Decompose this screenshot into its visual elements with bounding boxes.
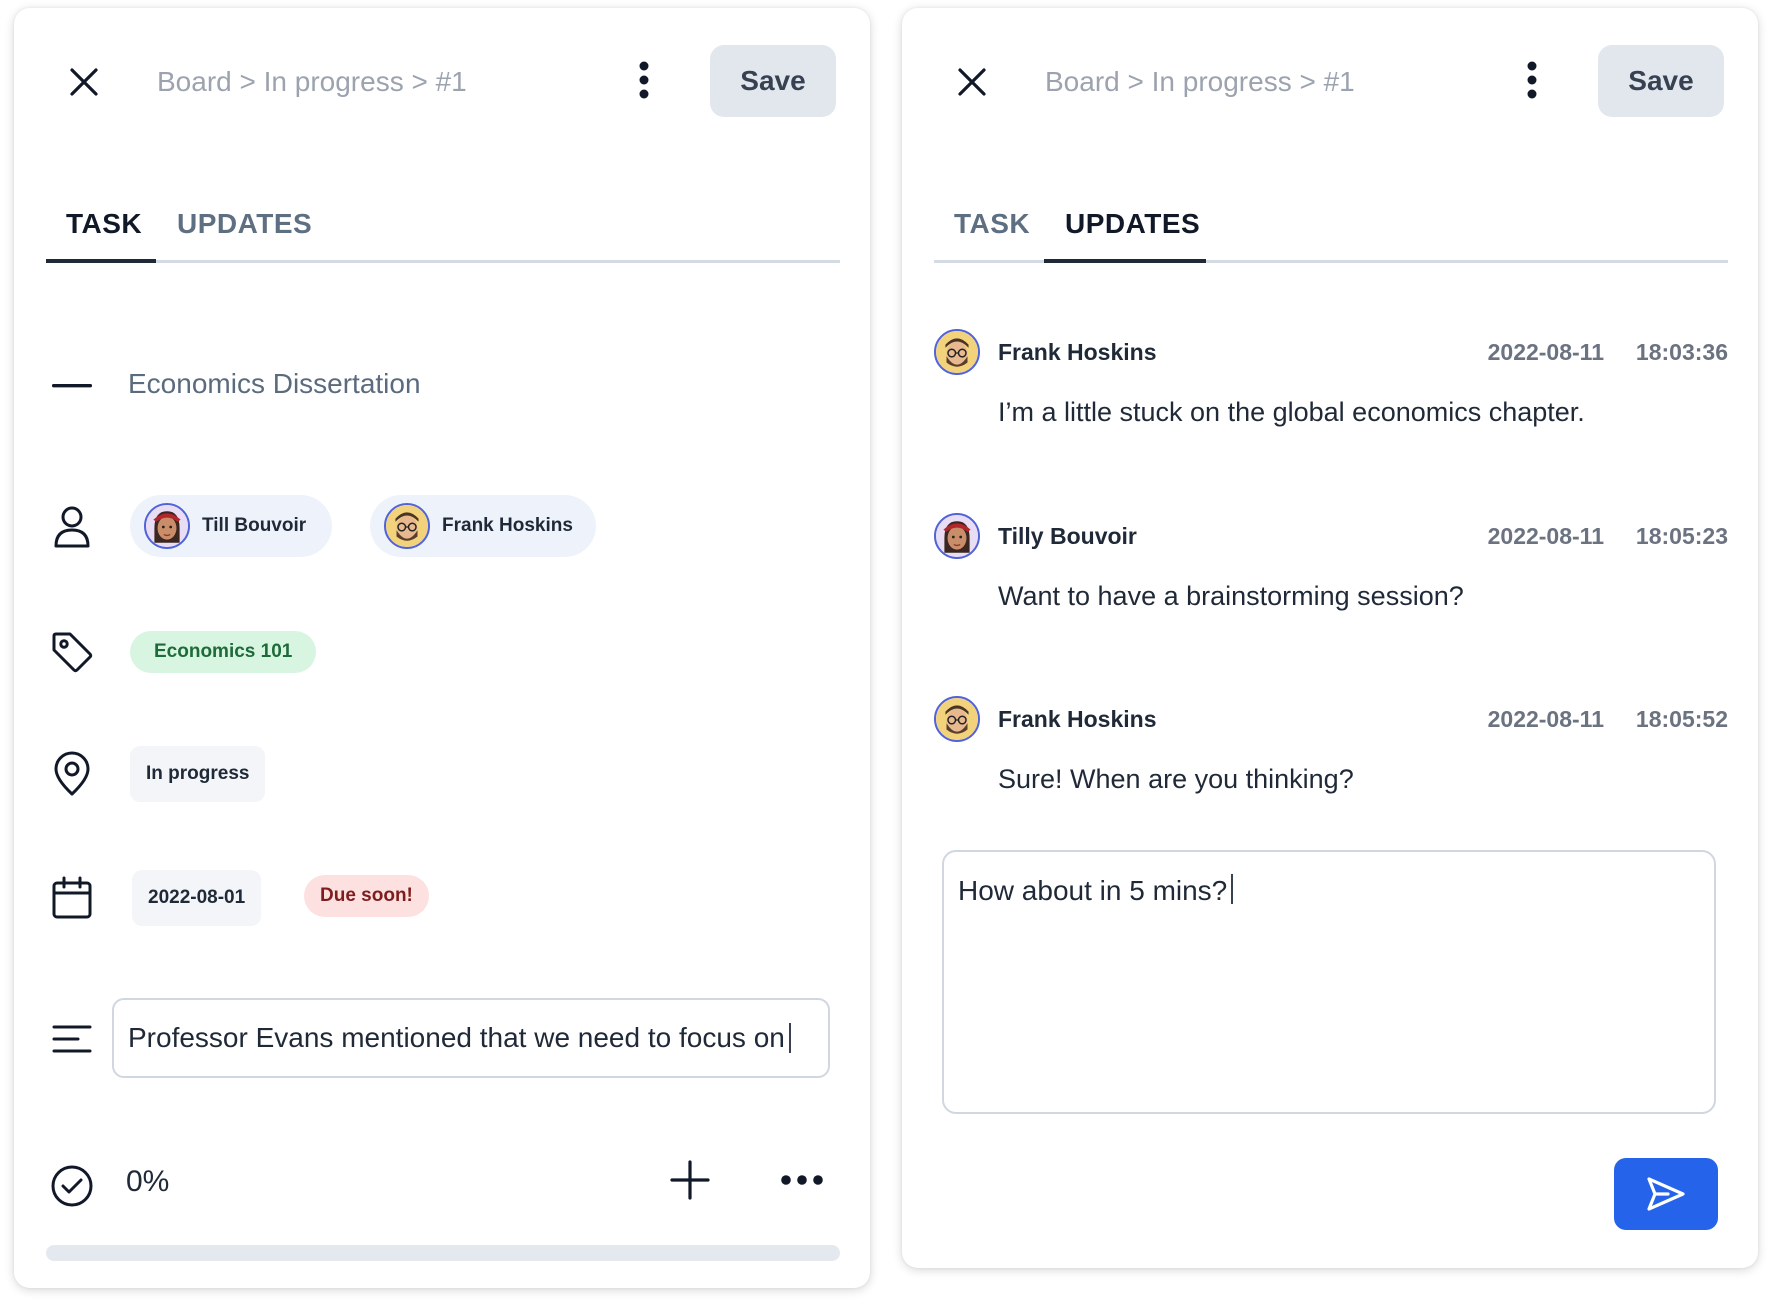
- avatar: [144, 503, 190, 549]
- more-options-button[interactable]: [628, 56, 660, 104]
- more-options-button[interactable]: [1516, 56, 1548, 104]
- tab-task[interactable]: TASK: [66, 208, 142, 240]
- text-caret: [788, 1023, 791, 1053]
- message-text: Sure! When are you thinking?: [998, 764, 1354, 794]
- message-date: 2022-08-11: [1487, 339, 1604, 365]
- tilly-avatar-icon: [936, 515, 978, 557]
- message-date: 2022-08-11: [1487, 706, 1604, 732]
- progress-bar: [46, 1245, 840, 1261]
- avatar: [384, 503, 430, 549]
- more-horizontal-button[interactable]: [778, 1158, 826, 1202]
- more-vertical-icon: [639, 61, 649, 99]
- assignee-name: Till Bouvoir: [202, 515, 307, 536]
- send-button[interactable]: [1614, 1158, 1718, 1230]
- plus-icon: [670, 1160, 710, 1200]
- reply-input[interactable]: How about in 5 mins?: [942, 850, 1716, 1114]
- task-title[interactable]: Economics Dissertation: [128, 368, 421, 400]
- message-text: Want to have a brainstorming session?: [998, 581, 1464, 611]
- message-date: 2022-08-11: [1487, 523, 1604, 549]
- avatar: [934, 329, 980, 375]
- avatar: [934, 513, 980, 559]
- calendar-icon: [46, 872, 98, 924]
- text-caret: [1231, 874, 1234, 904]
- person-icon: [46, 500, 98, 552]
- save-button[interactable]: Save: [1598, 45, 1724, 117]
- assignee-name: Frank Hoskins: [442, 515, 573, 536]
- assignee-chip[interactable]: Frank Hoskins: [370, 495, 596, 557]
- updates-panel: Board > In progress > #1 Save TASK UPDAT…: [902, 8, 1758, 1268]
- send-icon: [1647, 1177, 1685, 1211]
- breadcrumb: Board > In progress > #1: [157, 66, 467, 97]
- message-time: 18:05:52: [1635, 706, 1728, 732]
- add-subtask-button[interactable]: [668, 1158, 712, 1202]
- more-vertical-icon: [1527, 61, 1537, 99]
- save-button[interactable]: Save: [710, 45, 836, 117]
- text-align-icon: [46, 1013, 98, 1065]
- close-button[interactable]: [62, 60, 106, 104]
- breadcrumb: Board > In progress > #1: [1045, 66, 1355, 97]
- message-time: 18:03:36: [1635, 339, 1728, 365]
- frank-avatar-icon: [936, 331, 978, 373]
- close-icon: [958, 68, 986, 96]
- message-author: Frank Hoskins: [998, 339, 1157, 365]
- description-input[interactable]: Professor Evans mentioned that we need t…: [112, 998, 830, 1078]
- update-message: Tilly Bouvoir 2022-08-11 18:05:23 Want t…: [934, 513, 1728, 663]
- tilly-avatar-icon: [146, 505, 188, 547]
- check-circle-icon: [46, 1160, 98, 1212]
- tabs-divider: [46, 260, 840, 263]
- message-author: Frank Hoskins: [998, 706, 1157, 732]
- tab-updates[interactable]: UPDATES: [1065, 208, 1200, 240]
- more-horizontal-icon: [781, 1175, 823, 1185]
- frank-avatar-icon: [936, 698, 978, 740]
- message-time: 18:05:23: [1635, 523, 1728, 549]
- tab-updates[interactable]: UPDATES: [177, 208, 312, 240]
- active-tab-indicator: [1044, 259, 1206, 263]
- frank-avatar-icon: [386, 505, 428, 547]
- location-icon: [46, 748, 98, 800]
- avatar: [934, 696, 980, 742]
- close-button[interactable]: [950, 60, 994, 104]
- tag-chip[interactable]: Economics 101: [130, 631, 317, 673]
- task-panel: Board > In progress > #1 Save TASK UPDAT…: [14, 8, 870, 1288]
- collapse-icon[interactable]: [46, 360, 98, 412]
- active-tab-indicator: [46, 259, 156, 263]
- due-soon-badge: Due soon!: [304, 875, 429, 917]
- update-message: Frank Hoskins 2022-08-11 18:05:52 Sure! …: [934, 696, 1728, 846]
- message-author: Tilly Bouvoir: [998, 523, 1137, 549]
- close-icon: [70, 68, 98, 96]
- due-date-chip[interactable]: 2022-08-01: [132, 870, 262, 926]
- assignee-chip[interactable]: Till Bouvoir: [130, 495, 332, 557]
- description-text: Professor Evans mentioned that we need t…: [128, 1022, 785, 1053]
- update-message: Frank Hoskins 2022-08-11 18:03:36 I’m a …: [934, 329, 1728, 479]
- status-chip[interactable]: In progress: [130, 746, 266, 802]
- tag-icon: [46, 626, 98, 678]
- progress-percent: 0%: [126, 1165, 170, 1198]
- tab-task[interactable]: TASK: [954, 208, 1030, 240]
- reply-text: How about in 5 mins?: [958, 875, 1228, 906]
- message-text: I’m a little stuck on the global economi…: [998, 397, 1585, 427]
